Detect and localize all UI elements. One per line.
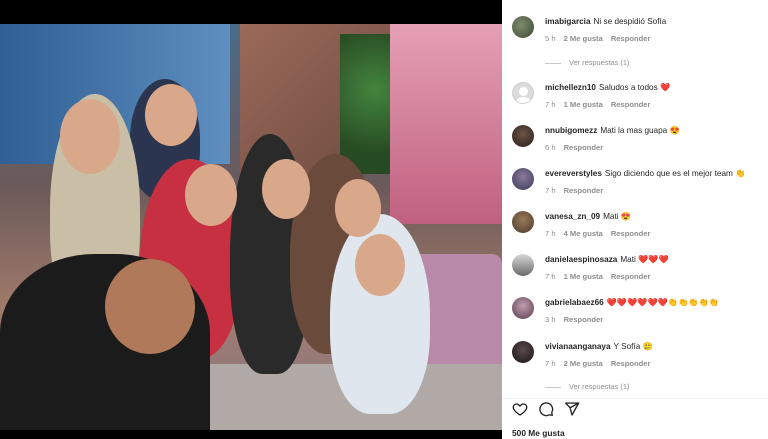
user-avatar[interactable]: [512, 297, 534, 319]
comment-time: 5 h: [545, 34, 556, 43]
comment-body: Mati 😍: [603, 212, 632, 221]
heart-icon[interactable]: [512, 401, 528, 417]
share-icon[interactable]: [564, 401, 580, 417]
reply-button[interactable]: Responder: [611, 229, 651, 238]
comment-meta: 3 h Responder: [545, 315, 611, 324]
user-avatar[interactable]: [512, 211, 534, 233]
user-avatar[interactable]: [512, 341, 534, 363]
reply-button[interactable]: Responder: [611, 359, 651, 368]
user-avatar[interactable]: [512, 254, 534, 276]
comment-body: ❤️❤️❤️❤️❤️❤️👏👏👏👏👏: [606, 298, 719, 307]
reply-button[interactable]: Responder: [564, 186, 604, 195]
comment-likes-button[interactable]: 1 Me gusta: [564, 272, 603, 281]
comment-likes-button[interactable]: 2 Me gusta: [564, 34, 603, 43]
comment-username[interactable]: nnubigomezz: [545, 126, 597, 135]
comment-time: 7 h: [545, 229, 556, 238]
comment-time: 3 h: [545, 315, 556, 324]
photo-face: [60, 99, 120, 174]
comment-body: Y Sofía 🥲: [613, 342, 653, 351]
comment-username[interactable]: danielaespinosaza: [545, 255, 617, 264]
comment-text: danielaespinosaza Mati ❤️❤️❤️: [545, 254, 764, 265]
comment-time: 7 h: [545, 359, 556, 368]
reply-button[interactable]: Responder: [611, 272, 651, 281]
comment-body: Sigo diciendo que es el mejor team 👏: [604, 169, 746, 178]
user-avatar[interactable]: [512, 168, 534, 190]
photo-face: [262, 159, 310, 219]
post-action-bar: [502, 398, 768, 418]
photo-face: [145, 84, 197, 146]
comment-time: 6 h: [545, 143, 556, 152]
user-avatar[interactable]: [512, 125, 534, 147]
comment-likes-button[interactable]: 4 Me gusta: [564, 229, 603, 238]
reply-button[interactable]: Responder: [564, 143, 604, 152]
post-photo-pane: [0, 0, 502, 439]
post-likes-count[interactable]: 500 Me gusta: [512, 428, 565, 438]
comment-username[interactable]: gabrielabaez66: [545, 298, 604, 307]
comment-meta: 5 h 2 Me gusta Responder: [545, 34, 658, 43]
photo-face: [335, 179, 381, 237]
comment-username[interactable]: vanesa_zn_09: [545, 212, 600, 221]
comment-username[interactable]: imabigarcia: [545, 17, 591, 26]
comment-icon[interactable]: [538, 401, 554, 417]
photo-face: [105, 259, 195, 354]
comment-meta: 7 h 1 Me gusta Responder: [545, 100, 658, 109]
comment-time: 7 h: [545, 186, 556, 195]
comment-text: vivianaanganaya Y Sofía 🥲: [545, 341, 764, 352]
comment-time: 7 h: [545, 100, 556, 109]
user-avatar[interactable]: [512, 16, 534, 38]
reply-button[interactable]: Responder: [564, 315, 604, 324]
comment-text: gabrielabaez66 ❤️❤️❤️❤️❤️❤️👏👏👏👏👏: [545, 297, 764, 308]
comment-text: vanesa_zn_09 Mati 😍: [545, 211, 764, 222]
comment-meta: 7 h 4 Me gusta Responder: [545, 229, 658, 238]
photo-face: [355, 234, 405, 296]
reply-button[interactable]: Responder: [611, 34, 651, 43]
comment-username[interactable]: michellezn10: [545, 83, 596, 92]
comment-text: nnubigomezz Mati la mas guapa 😍: [545, 125, 764, 136]
comment-text: evereverstyles Sigo diciendo que es el me…: [545, 168, 764, 179]
post-photo[interactable]: [0, 24, 502, 430]
comment-username[interactable]: vivianaanganaya: [545, 342, 611, 351]
comment-body: Ni se despidió Sofía: [593, 17, 667, 26]
comment-username[interactable]: evereverstyles: [545, 169, 602, 178]
comment-text: michellezn10 Saludos a todos ❤️: [545, 82, 764, 93]
comments-pane: imabigarcia Ni se despidió Sofía 5 h 2 Me …: [502, 0, 768, 439]
comment-body: Mati ❤️❤️❤️: [620, 255, 669, 264]
photo-pink-panel: [390, 24, 502, 224]
comment-body: Saludos a todos ❤️: [598, 83, 671, 92]
comment-meta: 6 h Responder: [545, 143, 611, 152]
comment-body: Mati la mas guapa 😍: [600, 126, 680, 135]
comment-time: 7 h: [545, 272, 556, 281]
reply-button[interactable]: Responder: [611, 100, 651, 109]
comment-text: imabigarcia Ni se despidió Sofía: [545, 16, 764, 27]
user-avatar[interactable]: [512, 82, 534, 104]
comment-meta: 7 h 2 Me gusta Responder: [545, 359, 658, 368]
photo-face: [185, 164, 237, 226]
view-replies-button[interactable]: Ver respuestas (1): [545, 58, 629, 67]
comment-meta: 7 h Responder: [545, 186, 611, 195]
comment-meta: 7 h 1 Me gusta Responder: [545, 272, 658, 281]
comment-likes-button[interactable]: 2 Me gusta: [564, 359, 603, 368]
view-replies-button[interactable]: Ver respuestas (1): [545, 382, 629, 391]
comment-likes-button[interactable]: 1 Me gusta: [564, 100, 603, 109]
